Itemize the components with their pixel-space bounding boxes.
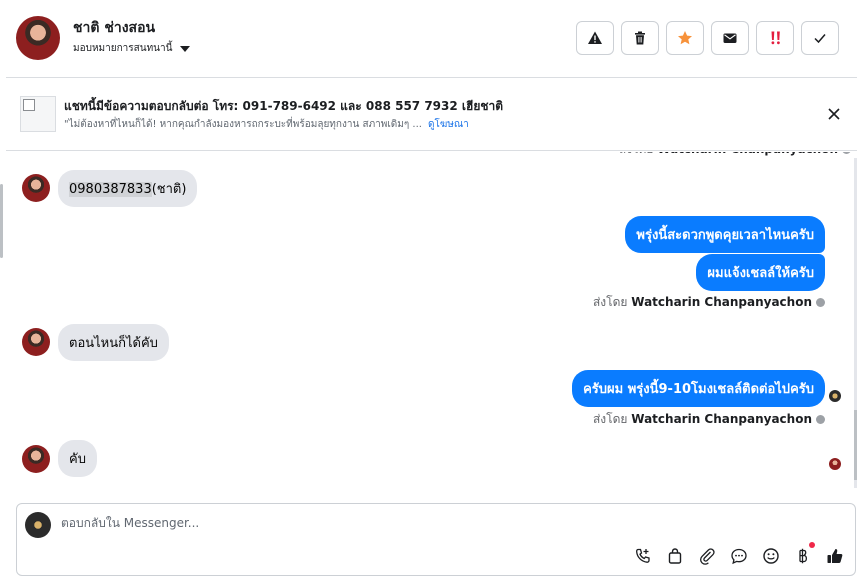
caret-down-icon [180,45,191,52]
seen-indicator-avatar [829,390,841,402]
emoji-icon [763,548,779,564]
view-ad-link[interactable]: ดูโฆษณา [428,119,469,130]
envelope-icon [723,33,737,43]
sender-name: Watcharin Chanpanyachon [631,295,812,309]
phone-number-highlight[interactable]: 0980387833 [69,182,152,197]
banner-title: แชทนี้มีข้อความตอบกลับต่อ โทร: 091-789-6… [64,99,504,113]
contact-avatar-small[interactable] [22,445,50,473]
paperclip-icon [700,548,715,565]
thumbs-up-icon [827,549,843,563]
sent-by-label-cut: ส่งโดย Watcharin Chanpanyachon [619,152,852,159]
delete-button[interactable] [621,21,659,55]
notification-dot [809,542,815,548]
header-actions [576,21,839,55]
help-icon[interactable] [842,152,852,154]
trash-icon [635,31,645,45]
sent-by-label: ส่งโดย Watcharin Chanpanyachon [593,410,825,429]
saved-replies-button[interactable] [729,546,749,566]
outgoing-message[interactable]: พรุ่งนี้สะดวกพูดคุยเวลาไหนครับ [625,216,825,253]
shopping-bag-icon [668,548,682,564]
emoji-button[interactable] [761,546,781,566]
outgoing-message[interactable]: ผมแจ้งเชลล์ให้ครับ [696,254,825,291]
sent-by-prefix: ส่งโดย [592,412,628,426]
composer-tools [633,542,845,566]
sent-by-label: ส่งโดย Watcharin Chanpanyachon [593,293,825,312]
mark-unread-button[interactable] [711,21,749,55]
message-rest: (ชาติ) [151,182,187,197]
star-icon [678,31,692,45]
banner-description: "ไม่ต้องหาที่ไหนก็ได้! หากคุณกำลังมองหาร… [64,117,469,132]
incoming-message[interactable]: ตอนไหนก็ได้คับ [58,324,169,361]
baht-icon [799,548,807,564]
mark-done-button[interactable] [801,21,839,55]
sent-by-prefix: ส่งโดย [619,152,653,156]
report-spam-button[interactable] [576,21,614,55]
close-icon[interactable] [827,107,841,121]
star-button[interactable] [666,21,704,55]
assign-label: มอบหมายการสนทนานี้ [73,43,173,54]
follow-up-button[interactable] [756,21,794,55]
contact-avatar[interactable] [16,16,60,60]
assign-conversation-dropdown[interactable]: มอบหมายการสนทนานี้ [73,41,191,56]
help-icon[interactable] [816,298,825,307]
chat-bubble-icon [731,548,747,565]
ad-thumbnail[interactable] [20,96,56,132]
reply-composer [16,503,856,576]
attach-button[interactable] [697,546,717,566]
outgoing-message[interactable]: ครับผม พรุ่งนี้9-10โมงเชลล์ติดต่อไปครับ [572,370,825,407]
check-icon [814,34,826,44]
incoming-message[interactable]: 0980387833(ชาติ) [58,170,198,207]
shop-button[interactable] [665,546,685,566]
call-button[interactable] [633,546,653,566]
banner-description-text: "ไม่ต้องหาที่ไหนก็ได้! หากคุณกำลังมองหาร… [64,119,422,130]
contact-avatar-small[interactable] [22,328,50,356]
conversation-header: ชาติ ช่างสอน มอบหมายการสนทนานี้ [6,0,857,78]
like-button[interactable] [825,546,845,566]
contact-avatar-small[interactable] [22,174,50,202]
inbox-conversation-view: ชาติ ช่างสอน มอบหมายการสนทนานี้ แชทนี้มี… [0,0,857,578]
reply-input[interactable] [61,516,761,530]
payment-button[interactable] [793,542,815,566]
call-icon [636,548,650,563]
message-thread[interactable]: ส่งโดย Watcharin Chanpanyachon 098038783… [0,152,857,497]
read-receipt-avatar [829,458,841,470]
sender-name: Watcharin Chanpanyachon [631,412,812,426]
sender-name: Watcharin Chanpanyachon [657,152,838,156]
ad-context-banner: แชทนี้มีข้อความตอบกลับต่อ โทร: 091-789-6… [6,79,857,151]
incoming-message[interactable]: คับ [58,440,97,477]
exclamation-icon [771,31,780,45]
page-avatar [25,512,51,538]
help-icon[interactable] [816,415,825,424]
contact-name[interactable]: ชาติ ช่างสอน [73,17,155,39]
warning-icon [588,31,602,44]
sent-by-prefix: ส่งโดย [592,295,628,309]
